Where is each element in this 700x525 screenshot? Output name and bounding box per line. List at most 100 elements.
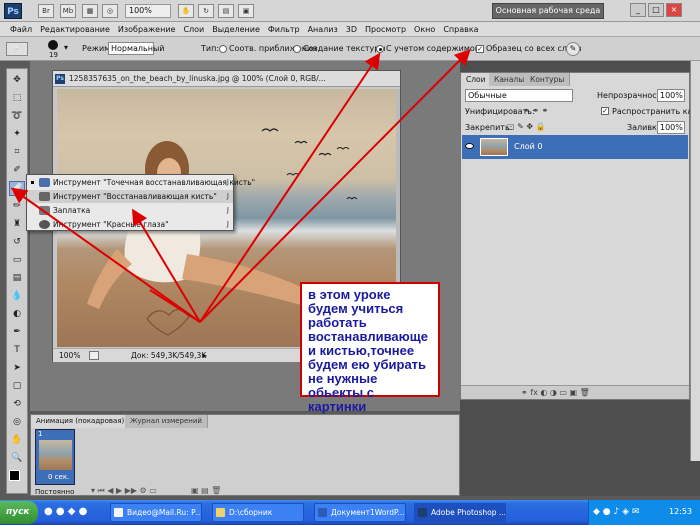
radio-content-aware[interactable]: [376, 45, 384, 53]
maximize-button[interactable]: □: [648, 3, 664, 17]
zoom-level-select[interactable]: 100%: [125, 4, 171, 18]
blend-mode-select[interactable]: Обычные: [465, 89, 573, 102]
minimize-button[interactable]: _: [630, 3, 646, 17]
radio-create-texture[interactable]: [293, 45, 301, 53]
spread-frame-label: Распространить кадр 1: [612, 107, 700, 116]
view-extras-icon[interactable]: ▦: [82, 4, 98, 18]
menu-file[interactable]: Файл: [6, 22, 36, 36]
screen-mode-icon[interactable]: ▣: [238, 4, 254, 18]
clock[interactable]: 12:53: [669, 507, 692, 516]
move-tool-icon[interactable]: ✥: [9, 73, 25, 88]
menu-filter[interactable]: Фильтр: [264, 22, 304, 36]
menu-help[interactable]: Справка: [439, 22, 482, 36]
arrange-documents-icon[interactable]: ▤: [218, 4, 234, 18]
flyout-patch[interactable]: Заплатка J: [27, 204, 233, 217]
layers-footer-buttons[interactable]: ⚭ fx ◐ ◑ ▭ ▣ 🗑: [461, 385, 689, 399]
crop-tool-icon[interactable]: ⌗: [9, 145, 25, 160]
brush-preview-icon[interactable]: [48, 40, 58, 50]
options-bar: 🩹 19 ▾ Режим: Нормальный Тип: Соотв. при…: [0, 37, 700, 61]
tab-layers[interactable]: Слои: [461, 73, 492, 86]
bridge-icon[interactable]: Br: [38, 4, 54, 18]
menu-edit[interactable]: Редактирование: [36, 22, 114, 36]
status-menu-icon[interactable]: [89, 351, 99, 360]
healing-brush-icon: [39, 192, 50, 201]
blur-tool-icon[interactable]: 💧: [9, 289, 25, 304]
tab-animation[interactable]: Анимация (покадровая): [31, 415, 131, 428]
mode-select[interactable]: Нормальный: [108, 42, 165, 55]
layer-row[interactable]: Слой 0: [462, 135, 688, 159]
eyedropper-tool-icon[interactable]: ✐: [9, 163, 25, 178]
task-label: Adobe Photoshop ...: [431, 508, 506, 517]
gradient-tool-icon[interactable]: ▤: [9, 271, 25, 286]
flyout-red-eye[interactable]: Инструмент "Красные глаза" J: [27, 218, 233, 231]
opacity-input[interactable]: 100%: [657, 89, 685, 102]
3d-camera-tool-icon[interactable]: ◎: [9, 415, 25, 430]
animation-frame[interactable]: 1 0 сек.: [35, 429, 75, 485]
task-folder[interactable]: D:\сборник: [212, 503, 304, 522]
tab-channels[interactable]: Каналы: [489, 73, 531, 86]
path-select-tool-icon[interactable]: ➤: [9, 361, 25, 376]
collapsed-panels-strip[interactable]: [690, 61, 700, 461]
hand-tool-icon[interactable]: ✋: [9, 433, 25, 448]
brush-tool-icon[interactable]: ✏: [9, 199, 25, 214]
menu-image[interactable]: Изображение: [114, 22, 180, 36]
history-brush-tool-icon[interactable]: ↺: [9, 235, 25, 250]
3d-rotate-tool-icon[interactable]: ⟲: [9, 397, 25, 412]
status-arrow-icon[interactable]: ▸: [203, 349, 207, 362]
tab-paths[interactable]: Контуры: [525, 73, 571, 86]
menu-analysis[interactable]: Анализ: [304, 22, 342, 36]
task-photoshop[interactable]: Adobe Photoshop ...: [414, 503, 506, 522]
dodge-tool-icon[interactable]: ◐: [9, 307, 25, 322]
zoom-tool-icon[interactable]: ◎: [102, 4, 118, 18]
close-button[interactable]: ×: [666, 3, 682, 17]
flyout-label: Заплатка: [53, 206, 91, 215]
doc-zoom-level[interactable]: 100%: [59, 349, 80, 362]
tool-preset-picker[interactable]: 🩹: [6, 42, 28, 56]
unify-icons[interactable]: ⚭ ⚭ ⚭: [523, 105, 563, 116]
foreground-color-swatch[interactable]: [9, 470, 20, 481]
eraser-tool-icon[interactable]: ▭: [9, 253, 25, 268]
menu-select[interactable]: Выделение: [208, 22, 264, 36]
lock-icons[interactable]: ▢ ✎ ✥ 🔒: [507, 121, 557, 132]
flyout-healing-brush[interactable]: Инструмент "Восстанавливающая кисть" J: [27, 190, 233, 203]
animation-panel: Анимация (покадровая) Журнал измерений 1…: [30, 414, 460, 496]
start-button[interactable]: пуск: [0, 501, 38, 524]
document-title[interactable]: Ps 1258357635_on_the_beach_by_linuska.jp…: [53, 71, 400, 87]
menu-window[interactable]: Окно: [410, 22, 439, 36]
frame-delay[interactable]: 0 сек.: [48, 473, 69, 481]
type-tool-icon[interactable]: T: [9, 343, 25, 358]
fill-input[interactable]: 100%: [657, 121, 685, 134]
task-mail-video[interactable]: Видео@Mail.Ru: Р...: [110, 503, 202, 522]
app-bar: Ps Br Mb ▦ ◎ 100% ✋ ↻ ▤ ▣ Основная рабоч…: [0, 0, 700, 22]
healing-brush-tool-icon[interactable]: 🩹: [9, 181, 25, 196]
workspace-button[interactable]: Основная рабочая среда: [492, 3, 604, 19]
tab-measurement-log[interactable]: Журнал измерений: [125, 415, 208, 428]
visibility-eye-icon[interactable]: [465, 143, 474, 149]
menu-view[interactable]: Просмотр: [361, 22, 410, 36]
quicklaunch-icons[interactable]: ● ● ◆ ●: [44, 505, 104, 519]
flyout-spot-healing[interactable]: Инструмент "Точечная восстанавливающая к…: [27, 176, 255, 189]
tray-icons[interactable]: ◆ ● ♪ ◈ ✉: [593, 506, 639, 518]
frame-tools[interactable]: ▣ ▤ 🗑: [191, 486, 251, 496]
lasso-tool-icon[interactable]: ➰: [9, 109, 25, 124]
photoshop-logo: Ps: [4, 3, 22, 19]
menu-3d[interactable]: 3D: [342, 22, 361, 36]
shape-tool-icon[interactable]: ▢: [9, 379, 25, 394]
marquee-tool-icon[interactable]: ⬚: [9, 91, 25, 106]
pen-tool-icon[interactable]: ✒: [9, 325, 25, 340]
minibridge-icon[interactable]: Mb: [60, 4, 76, 18]
rotate-view-icon[interactable]: ↻: [198, 4, 214, 18]
radio-proximity-match[interactable]: [219, 45, 227, 53]
sample-all-layers-checkbox[interactable]: ✓: [476, 45, 484, 53]
quick-select-tool-icon[interactable]: ✦: [9, 127, 25, 142]
menu-layers[interactable]: Слои: [179, 22, 208, 36]
clone-stamp-tool-icon[interactable]: ♜: [9, 217, 25, 232]
zoom-tool-icon[interactable]: 🔍: [9, 451, 25, 466]
task-word[interactable]: Документ1WordP...: [314, 503, 406, 522]
spread-frame-checkbox[interactable]: ✓: [601, 107, 609, 115]
loop-select[interactable]: Постоянно: [35, 487, 74, 497]
hand-tool-icon[interactable]: ✋: [178, 4, 194, 18]
chevron-down-icon[interactable]: ▾: [64, 43, 68, 53]
flyout-label: Инструмент "Точечная восстанавливающая к…: [53, 178, 256, 187]
pressure-icon[interactable]: ✎: [566, 42, 580, 56]
